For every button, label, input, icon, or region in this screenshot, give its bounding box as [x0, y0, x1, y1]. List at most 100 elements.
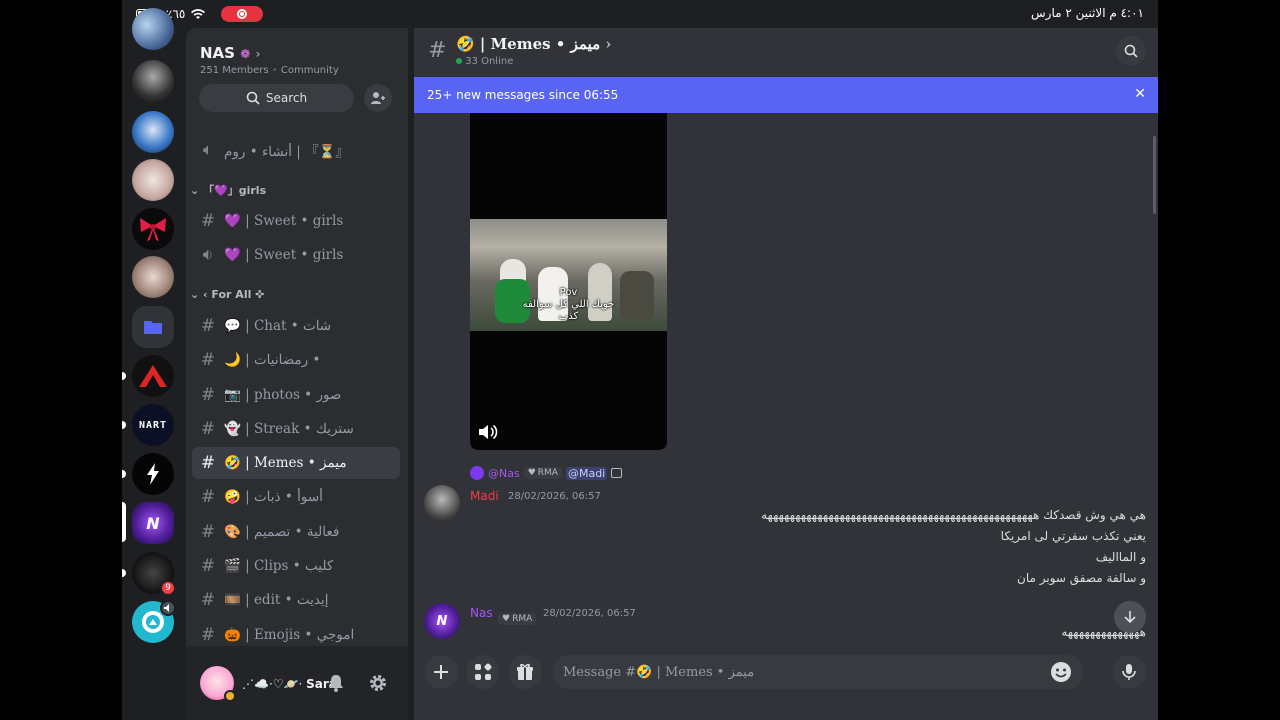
server-type: Community — [280, 65, 339, 76]
message-input[interactable]: Message #🤣 | Memes • ميمز — [552, 655, 1084, 689]
role-tag-text: RMA — [512, 614, 533, 624]
author-avatar-nas[interactable]: N — [424, 603, 460, 639]
reply-author: @Nas — [488, 466, 520, 480]
channel-ramadan[interactable]: # 🌙 | رمضانيات • — [192, 344, 400, 376]
hash-icon: # — [200, 419, 216, 439]
status-datetime: ٤:٠١ م الاثنين ٢ مارس — [1031, 6, 1144, 20]
reply-avatar — [470, 466, 484, 480]
message-timestamp: 28/02/2026, 06:57 — [508, 491, 601, 502]
notifications-button[interactable] — [326, 673, 346, 697]
hash-icon: # — [200, 211, 216, 231]
server-avatar[interactable] — [132, 8, 174, 50]
channel-photos[interactable]: # 📷 | photos • صور — [192, 379, 400, 411]
channel-chat[interactable]: # 💬 | Chat • شات — [192, 310, 400, 342]
server-folder[interactable] — [132, 306, 174, 348]
chat-header: # 🤣 | Memes • ميمز › 33 Online — [414, 28, 1158, 77]
scrollbar[interactable] — [1153, 136, 1156, 214]
caption-line: كذب — [558, 311, 579, 322]
hash-icon: # — [200, 590, 216, 610]
channel-memes[interactable]: # 🤣 | Memes • ميمز — [192, 447, 400, 479]
user-name-row[interactable]: ⋰☁️·♡🪐· Sara — [242, 677, 337, 691]
chevron-right-icon: › — [255, 47, 261, 61]
role-tag: ♥ RMA — [498, 606, 537, 625]
wifi-icon — [191, 8, 206, 19]
server-avatar[interactable] — [132, 159, 174, 201]
server-avatar[interactable] — [132, 60, 174, 102]
image-icon — [611, 468, 623, 478]
channel-title[interactable]: 🤣 | Memes • ميمز › — [456, 35, 611, 53]
search-icon — [1124, 44, 1138, 58]
speaker-volume-icon — [479, 424, 498, 440]
reply-mention[interactable]: @Madi — [565, 466, 608, 480]
chevron-right-icon: › — [605, 35, 612, 53]
channel-voice-create-room[interactable]: 🔈︎ أنشاء • روم | 『⏳』 — [192, 134, 400, 166]
channel-label: أنشاء • روم | 『⏳』 — [224, 144, 349, 160]
message-placeholder: Message #🤣 | Memes • ميمز — [563, 664, 755, 680]
heart-icon: ♥ — [502, 614, 511, 624]
channel-design-event[interactable]: # 🎨 | فعالية • تصميم — [192, 516, 400, 548]
hash-icon: # — [200, 522, 216, 542]
search-button[interactable]: Search — [199, 84, 354, 112]
gear-icon — [370, 675, 386, 691]
message-text: و سالفة مصفق سوبر مان — [1017, 571, 1146, 585]
channel-label: 💬 | Chat • شات — [224, 318, 332, 334]
hash-icon: # — [200, 350, 216, 370]
channel-worst[interactable]: # 🤪 | أسوأ • ذبات — [192, 481, 400, 513]
online-count-text: 33 Online — [465, 56, 514, 67]
message-author[interactable]: Nas — [470, 606, 493, 620]
arrow-down-icon — [1124, 611, 1136, 624]
header-search-button[interactable] — [1116, 36, 1146, 66]
speaker-icon: 🔈︎ — [202, 140, 214, 160]
author-avatar-madi[interactable] — [424, 485, 460, 521]
apps-button[interactable] — [466, 655, 500, 689]
server-avatar[interactable] — [132, 256, 174, 298]
category-girls[interactable]: ⌄ 「💜」girls — [190, 182, 266, 198]
new-messages-banner[interactable]: 25+ new messages since 06:55 ✕ — [414, 77, 1158, 113]
video-attachment[interactable]: Pov خويك اللي كل سوالفه كذب — [470, 113, 667, 450]
emoji-button[interactable] — [1050, 661, 1072, 687]
server-name-text: NAS — [200, 44, 235, 62]
bell-icon — [329, 675, 343, 692]
invite-button[interactable] — [364, 84, 392, 112]
unread-indicator — [122, 470, 126, 478]
server-meta: 251 Members • Community — [200, 65, 339, 76]
channel-sweet-girls[interactable]: # 💜 | Sweet • girls — [192, 205, 400, 237]
voice-message-button[interactable] — [1112, 655, 1146, 689]
server-name[interactable]: NAS ❁ › — [200, 44, 260, 62]
server-avatar[interactable] — [132, 111, 174, 153]
channel-label: 🎬 | Clips • كليب — [224, 558, 334, 574]
unread-indicator — [122, 372, 126, 380]
channel-title-text: 🤣 | Memes • ميمز — [456, 35, 601, 53]
message-text: هي هي وش قصدكك ههههههههههههههههههههههههه… — [761, 508, 1146, 522]
message-composer: Message #🤣 | Memes • ميمز — [414, 646, 1158, 702]
close-icon[interactable]: ✕ — [1134, 86, 1146, 102]
channel-label: 💜 | Sweet • girls — [224, 247, 344, 263]
search-label: Search — [265, 91, 308, 105]
selected-server-indicator — [122, 502, 126, 542]
channel-streak[interactable]: # 👻 | Streak • ستريك — [192, 413, 400, 445]
boost-flower-icon: ❁ — [240, 47, 251, 61]
message-text: يعني تكذب سفرتي لى امريكا — [1000, 529, 1146, 543]
message-author[interactable]: Madi — [470, 489, 499, 503]
settings-button[interactable] — [368, 673, 388, 697]
role-tag: ♥ RMA — [523, 467, 562, 479]
reply-preview[interactable]: @Nas ♥ RMA @Madi — [470, 466, 623, 480]
channel-label: 📷 | photos • صور — [224, 387, 342, 403]
server-avatar[interactable] — [132, 355, 174, 397]
attach-button[interactable] — [424, 655, 458, 689]
channel-label: 🎞️ | edit • إيديت — [224, 592, 329, 608]
category-for-all[interactable]: ⌄ ‹ For All ✜ — [190, 288, 264, 301]
chevron-down-icon: ⌄ ‹ — [190, 288, 212, 301]
add-user-icon — [371, 92, 385, 104]
jump-to-bottom-button[interactable] — [1114, 601, 1146, 633]
nart-logo-icon: NART — [138, 419, 168, 431]
channel-voice-sweet-girls[interactable]: 🔉︎ 💜 | Sweet • girls — [192, 239, 400, 271]
server-avatar[interactable] — [132, 208, 174, 250]
gift-button[interactable] — [508, 655, 542, 689]
channel-clips[interactable]: # 🎬 | Clips • كليب — [192, 550, 400, 582]
server-avatar-nas[interactable]: N — [132, 502, 174, 544]
channel-edit[interactable]: # 🎞️ | edit • إيديت — [192, 584, 400, 616]
server-avatar[interactable]: NART — [132, 404, 174, 446]
mute-button[interactable] — [478, 423, 498, 445]
server-avatar[interactable] — [132, 453, 174, 495]
